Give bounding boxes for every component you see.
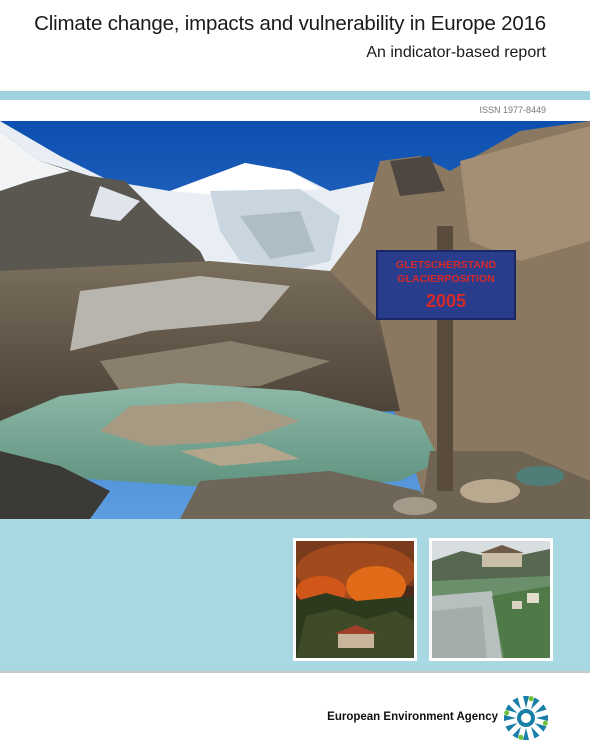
report-title: Climate change, impacts and vulnerabilit… xyxy=(34,12,546,35)
wildfire-photo xyxy=(293,538,417,661)
agency-name: European Environment Agency xyxy=(327,711,498,723)
sign-text-line1: GLETSCHERSTAND xyxy=(396,259,497,271)
eea-logo-icon xyxy=(504,696,548,740)
sign-year: 2005 xyxy=(426,291,466,311)
sign-text-line2: GLACIERPOSITION xyxy=(397,273,494,285)
footer-divider xyxy=(0,671,590,673)
issn-number: ISSN 1977-8449 xyxy=(479,105,546,115)
flood-photo xyxy=(429,538,553,661)
accent-bar xyxy=(0,91,590,100)
glacier-photo: GLETSCHERSTAND GLACIERPOSITION 2005 xyxy=(0,121,590,519)
report-subtitle: An indicator-based report xyxy=(366,44,546,61)
